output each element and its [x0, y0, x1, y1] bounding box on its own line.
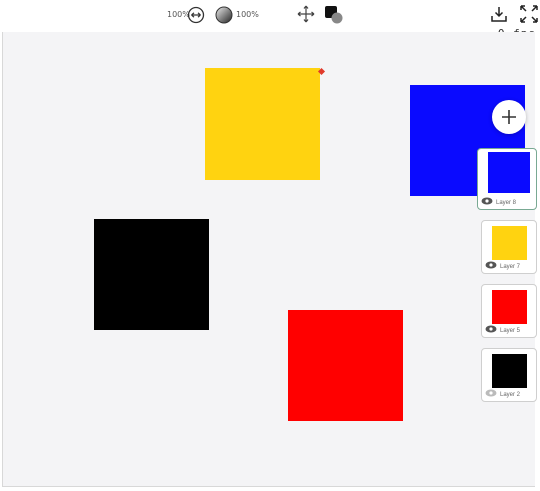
layer-thumbnail — [492, 354, 527, 388]
move-icon[interactable] — [297, 5, 315, 28]
download-icon[interactable] — [490, 5, 508, 28]
eye-icon[interactable] — [485, 261, 497, 269]
fit-width-icon[interactable] — [187, 6, 205, 29]
layer-card-2[interactable]: Layer 2 — [481, 348, 537, 402]
plus-icon — [502, 110, 516, 124]
add-layer-button[interactable] — [492, 100, 526, 134]
zoom-value-right: 100% — [236, 10, 259, 19]
layer-card-5[interactable]: Layer 5 — [481, 284, 537, 338]
layer-label: Layer 5 — [500, 328, 521, 334]
layer-thumbnail — [492, 226, 527, 260]
black-square[interactable] — [94, 219, 209, 330]
layer-label: Layer 2 — [500, 392, 521, 398]
layer-label: Layer 7 — [500, 264, 521, 270]
layer-thumbnail — [492, 290, 527, 324]
fullscreen-icon[interactable] — [520, 5, 538, 28]
layer-card-7[interactable]: Layer 7 — [481, 220, 537, 274]
layer-card-8[interactable]: Layer 8 — [477, 148, 537, 210]
eye-icon[interactable] — [485, 325, 497, 333]
red-square[interactable] — [288, 310, 403, 421]
layer-label: Layer 8 — [496, 200, 517, 206]
opacity-icon[interactable] — [215, 6, 233, 29]
eye-icon[interactable] — [485, 389, 497, 397]
layers-icon[interactable] — [324, 5, 344, 30]
yellow-square[interactable] — [205, 68, 320, 180]
layer-thumbnail — [488, 152, 530, 193]
top-toolbar: 100% 100% — [0, 0, 540, 40]
eye-icon[interactable] — [481, 197, 493, 205]
